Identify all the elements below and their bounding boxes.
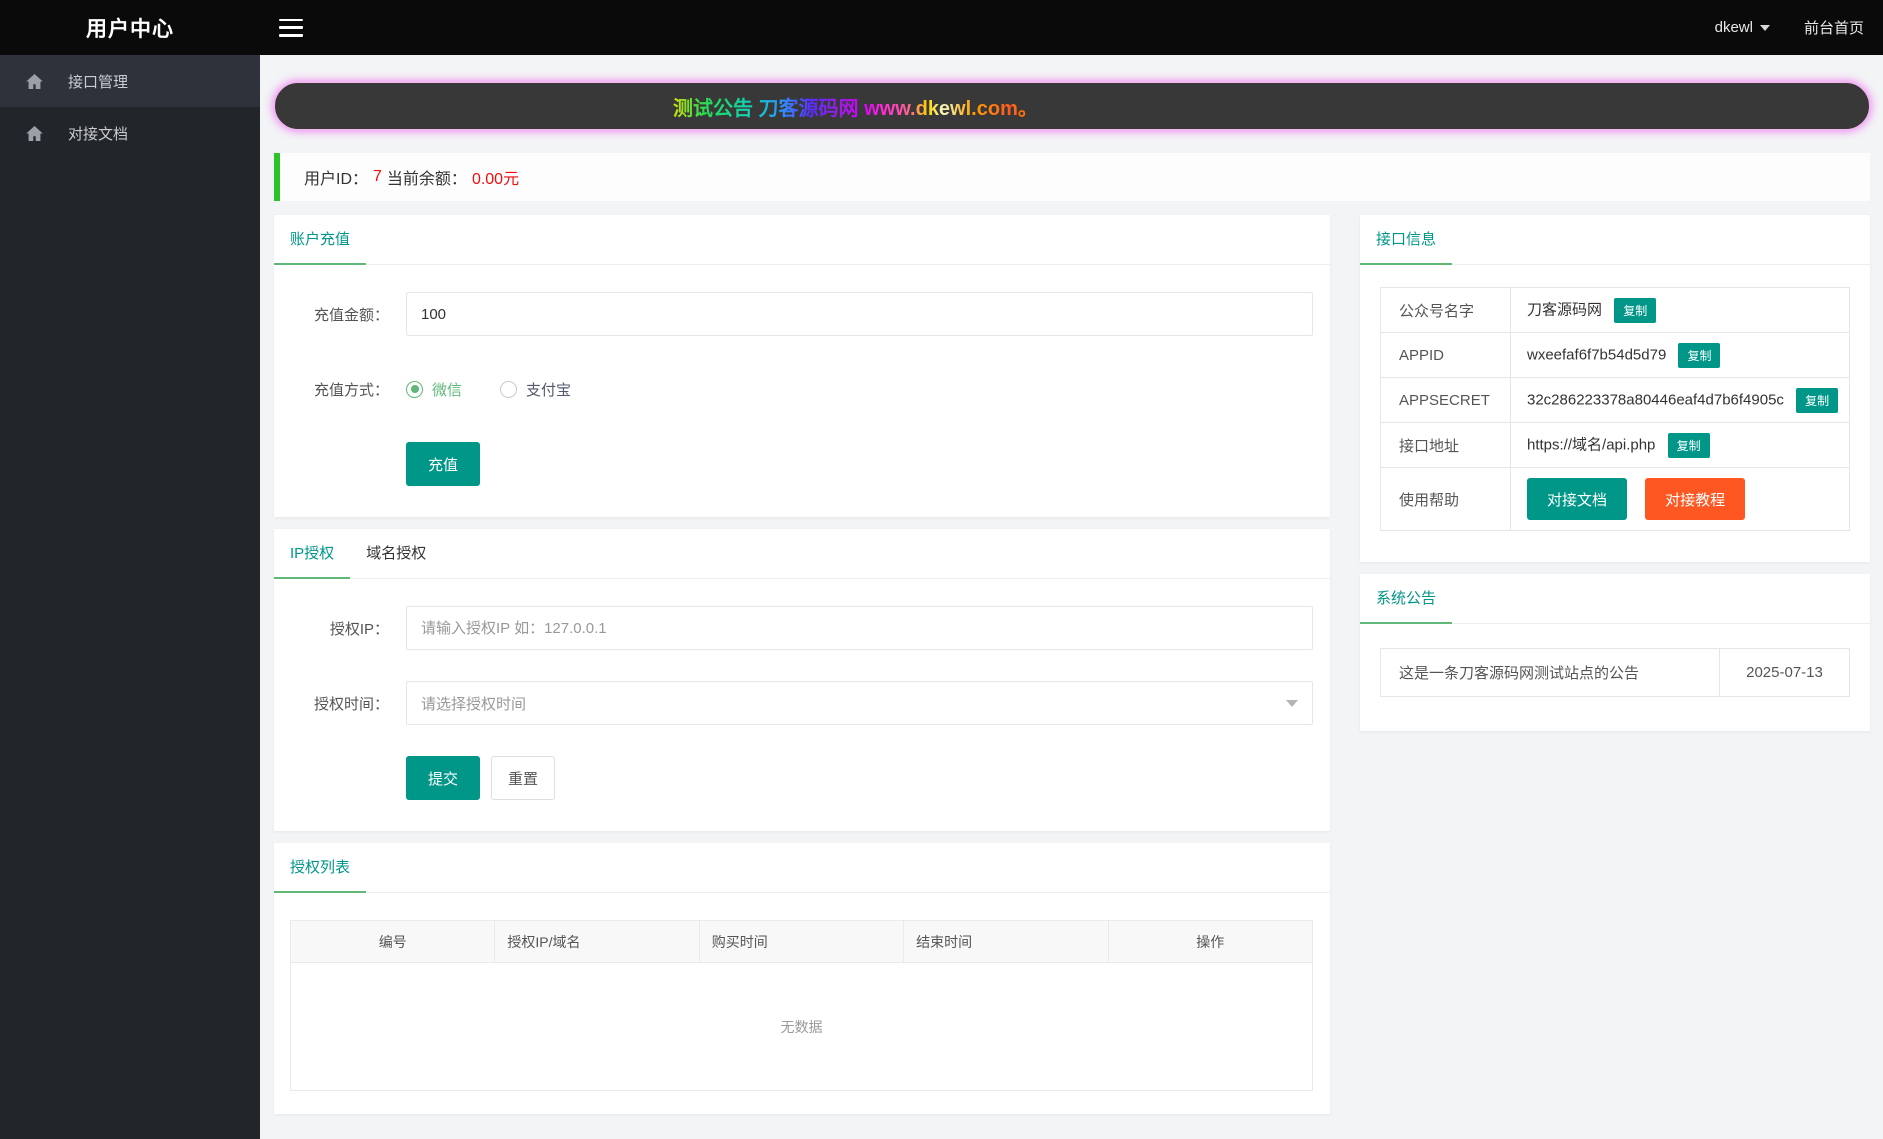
sidebar-item-label: 对接文档: [68, 125, 129, 143]
col-actions: 操作: [1108, 920, 1313, 963]
main-content: 测试公告 刀客源码网 www.dkewl.com。 用户ID： 7 当前余额： …: [260, 55, 1883, 1139]
sidebar: 接口管理 对接文档: [0, 55, 260, 1139]
user-id-label: 用户ID：: [304, 171, 369, 188]
doc-button[interactable]: 对接文档: [1527, 478, 1627, 520]
header-right: dkewl 前台首页: [1715, 17, 1864, 38]
appsecret-value: 32c286223378a80446eaf4d7b6f4905c: [1527, 390, 1784, 408]
balance-label: 当前余额：: [386, 171, 467, 188]
recharge-card: 账户充值 充值金额： 充值方式： 微信: [274, 215, 1330, 517]
sidebar-item-label: 接口管理: [68, 73, 129, 91]
table-row: APPSECRET 32c286223378a80446eaf4d7b6f490…: [1380, 377, 1850, 423]
auth-time-label: 授权时间：: [313, 695, 389, 713]
select-arrow-icon: [1286, 699, 1298, 707]
notice-text: 这是一条刀客源码网测试站点的公告: [1380, 648, 1720, 697]
balance-value: 0.00元: [471, 171, 520, 188]
api-row-label: 接口地址: [1380, 422, 1511, 468]
user-id-value: 7: [373, 168, 382, 185]
col-buy-time: 购买时间: [699, 920, 905, 963]
api-info-header: 接口信息: [1360, 215, 1870, 265]
tab-ip-auth[interactable]: IP授权: [274, 529, 351, 579]
appid-value: wxeefaf6f7b54d5d79: [1527, 345, 1667, 363]
announcement-banner: 测试公告 刀客源码网 www.dkewl.com。: [274, 82, 1870, 130]
auth-time-select[interactable]: 请选择授权时间: [406, 681, 1313, 725]
table-row: 公众号名字 刀客源码网 复制: [1380, 287, 1850, 333]
authorization-tabs: IP授权 域名授权: [274, 529, 1330, 579]
help-label: 使用帮助: [1380, 467, 1511, 531]
tab-api-info[interactable]: 接口信息: [1360, 215, 1453, 265]
tab-auth-list[interactable]: 授权列表: [274, 843, 367, 893]
api-row-label: APPSECRET: [1380, 377, 1511, 423]
notice-row: 这是一条刀客源码网测试站点的公告 2025-07-13: [1380, 648, 1850, 697]
api-info-table: 公众号名字 刀客源码网 复制 APPID wxeefaf6f7b54d5d79: [1380, 287, 1850, 531]
sidebar-item-api-management[interactable]: 接口管理: [0, 55, 260, 107]
copy-button[interactable]: 复制: [1614, 297, 1657, 323]
user-info-bar: 用户ID： 7 当前余额： 0.00元: [274, 153, 1870, 201]
tutorial-button[interactable]: 对接教程: [1645, 478, 1746, 520]
recharge-amount-label: 充值金额：: [313, 306, 389, 324]
announcement-marquee-text: 测试公告 刀客源码网 www.dkewl.com。: [673, 92, 1038, 121]
recharge-amount-input[interactable]: [406, 292, 1313, 336]
home-icon: [25, 72, 44, 91]
recharge-method-label: 充值方式：: [313, 381, 389, 399]
col-id: 编号: [290, 920, 496, 963]
tab-account-recharge[interactable]: 账户充值: [274, 215, 367, 265]
auth-list-header: 授权列表: [274, 843, 1330, 893]
front-home-link[interactable]: 前台首页: [1804, 17, 1864, 38]
home-icon: [25, 124, 44, 143]
system-notice-card: 系统公告 这是一条刀客源码网测试站点的公告 2025-07-13: [1360, 574, 1870, 731]
tab-domain-auth[interactable]: 域名授权: [350, 529, 442, 578]
auth-list-header-row: 编号 授权IP/域名 购买时间 结束时间 操作: [290, 920, 1313, 963]
recharge-card-header: 账户充值: [274, 215, 1330, 265]
auth-ip-label: 授权IP：: [329, 620, 389, 638]
recharge-button[interactable]: 充值: [406, 442, 480, 486]
system-notice-header: 系统公告: [1360, 574, 1870, 624]
copy-button[interactable]: 复制: [1667, 432, 1710, 458]
recharge-method-group: 微信 支付宝: [406, 367, 609, 411]
copy-button[interactable]: 复制: [1796, 387, 1839, 413]
auth-list-table: 编号 授权IP/域名 购买时间 结束时间 操作 无数据: [290, 920, 1313, 1091]
api-row-label: 公众号名字: [1380, 287, 1511, 333]
radio-unchecked-icon: [500, 380, 518, 398]
radio-alipay[interactable]: 支付宝: [500, 379, 571, 400]
menu-toggle-icon[interactable]: [279, 18, 303, 37]
col-end-time: 结束时间: [903, 920, 1109, 963]
app-title: 用户中心: [86, 17, 174, 41]
radio-wechat[interactable]: 微信: [406, 379, 462, 400]
api-info-card: 接口信息 公众号名字 刀客源码网 复制 APPID wxeefaf6f7b54d…: [1360, 215, 1870, 562]
chevron-down-icon: [1759, 24, 1770, 31]
tab-system-notice[interactable]: 系统公告: [1360, 574, 1453, 624]
notice-table: 这是一条刀客源码网测试站点的公告 2025-07-13: [1380, 648, 1850, 697]
user-menu[interactable]: dkewl: [1715, 19, 1770, 36]
table-row: 接口地址 https://域名/api.php 复制: [1380, 422, 1850, 468]
auth-reset-button[interactable]: 重置: [491, 756, 555, 800]
top-header: 用户中心 dkewl 前台首页: [0, 0, 1883, 55]
auth-time-placeholder: 请选择授权时间: [421, 695, 527, 713]
api-row-label: APPID: [1380, 332, 1511, 378]
username: dkewl: [1714, 19, 1753, 36]
radio-alipay-label: 支付宝: [526, 381, 572, 399]
col-ip-domain: 授权IP/域名: [494, 920, 700, 963]
radio-wechat-label: 微信: [432, 381, 463, 399]
notice-date: 2025-07-13: [1746, 664, 1823, 681]
table-row: 使用帮助 对接文档 对接教程: [1380, 467, 1850, 531]
radio-checked-icon: [406, 380, 423, 398]
authorization-card: IP授权 域名授权 授权IP： 授权时间： 请选择授权时间: [274, 529, 1330, 831]
empty-row: 无数据: [291, 963, 1313, 1091]
auth-list-card: 授权列表 编号 授权IP/域名 购买时间 结束时间 操作 无数据: [274, 843, 1330, 1114]
official-account-name: 刀客源码网: [1527, 300, 1603, 318]
empty-state-text: 无数据: [780, 1018, 823, 1035]
auth-ip-input[interactable]: [406, 606, 1313, 650]
table-row: APPID wxeefaf6f7b54d5d79 复制: [1380, 332, 1850, 378]
sidebar-item-docs[interactable]: 对接文档: [0, 107, 260, 159]
api-url-value: https://域名/api.php: [1527, 435, 1656, 453]
auth-submit-button[interactable]: 提交: [406, 756, 480, 800]
copy-button[interactable]: 复制: [1678, 342, 1721, 368]
